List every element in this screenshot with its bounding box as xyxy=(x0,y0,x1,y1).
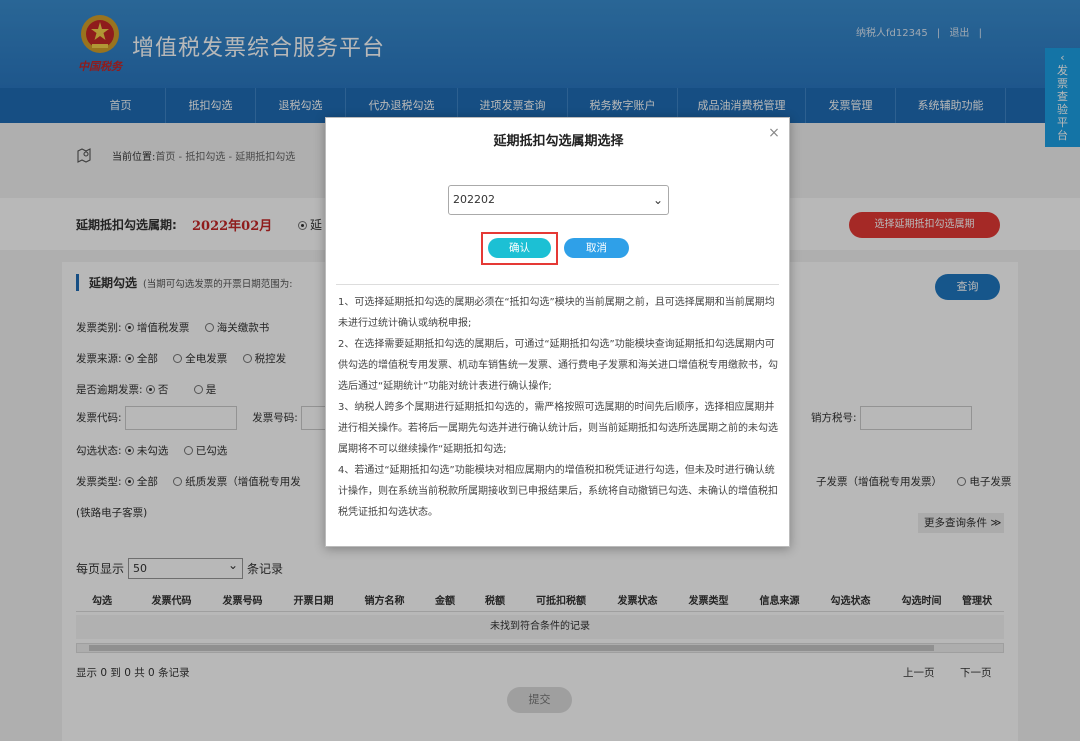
period-select-dialog: 延期抵扣勾选属期选择 × 202202 ⌄ 确认 取消 1、可选择延期抵扣勾选的… xyxy=(325,117,790,547)
chevron-down-icon: ⌄ xyxy=(652,193,663,207)
divider xyxy=(336,284,779,285)
dialog-title: 延期抵扣勾选属期选择 xyxy=(493,134,624,149)
period-dropdown[interactable]: 202202 ⌄ xyxy=(448,185,669,215)
dialog-notes: 1、可选择延期抵扣勾选的属期必须在“抵扣勾选”模块的当前属期之前，且可选择属期和… xyxy=(338,292,778,523)
cancel-button[interactable]: 取消 xyxy=(564,238,629,258)
note-item: 2、在选择需要延期抵扣勾选的属期后，可通过“延期抵扣勾选”功能模块查询延期抵扣勾… xyxy=(338,339,778,392)
period-dropdown-value: 202202 xyxy=(453,193,495,206)
note-item: 3、纳税人跨多个属期进行延期抵扣勾选的，需严格按照可选属期的时间先后顺序，选择相… xyxy=(338,402,778,455)
close-icon[interactable]: × xyxy=(767,126,781,140)
note-item: 1、可选择延期抵扣勾选的属期必须在“抵扣勾选”模块的当前属期之前，且可选择属期和… xyxy=(338,297,775,329)
confirm-button[interactable]: 确认 xyxy=(488,238,551,258)
note-item: 4、若通过“延期抵扣勾选”功能模块对相应属期内的增值税扣税凭证进行勾选，但未及时… xyxy=(338,465,778,518)
